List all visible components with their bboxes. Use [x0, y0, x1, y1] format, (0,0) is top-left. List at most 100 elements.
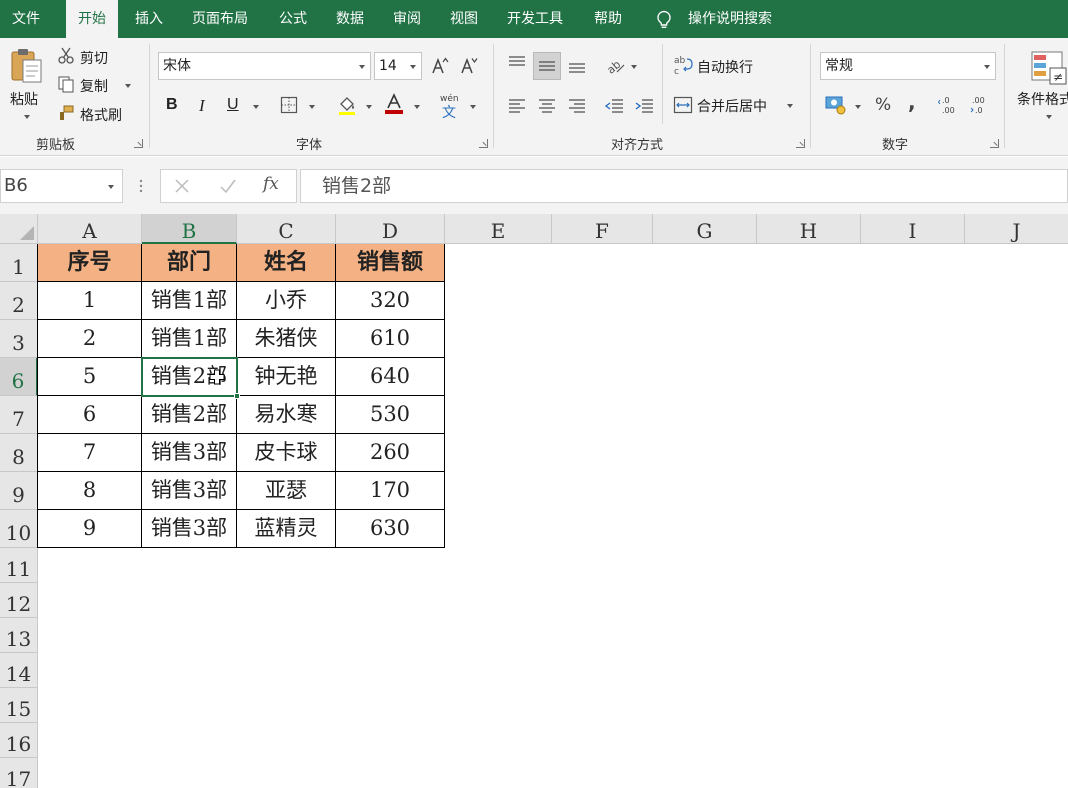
- bold-button[interactable]: B: [166, 96, 178, 114]
- align-right-icon[interactable]: [566, 96, 588, 116]
- align-center-icon[interactable]: [536, 96, 558, 116]
- cell-name[interactable]: 蓝精灵: [237, 510, 336, 548]
- row-header[interactable]: 17: [0, 758, 38, 788]
- align-top-icon[interactable]: [506, 54, 528, 74]
- row-header[interactable]: 14: [0, 653, 38, 688]
- row-header[interactable]: 12: [0, 583, 38, 618]
- column-header-d[interactable]: D: [336, 214, 445, 244]
- row-header[interactable]: 10: [0, 510, 38, 548]
- column-header-a[interactable]: A: [38, 214, 142, 244]
- cell-name[interactable]: 易水寒: [237, 396, 336, 434]
- cell-index[interactable]: 7: [38, 434, 142, 472]
- row-header[interactable]: 8: [0, 434, 38, 472]
- format-painter-button[interactable]: 格式刷: [80, 105, 122, 125]
- merge-center-dropdown-icon[interactable]: [787, 104, 793, 108]
- fill-color-dropdown-icon[interactable]: [366, 105, 372, 109]
- clipboard-launcher-icon[interactable]: [134, 139, 143, 148]
- decrease-decimal-icon[interactable]: .00 .0: [968, 94, 992, 116]
- cell-index[interactable]: 9: [38, 510, 142, 548]
- row-header-selected[interactable]: 6: [0, 358, 38, 396]
- tab-review[interactable]: 审阅: [393, 0, 421, 38]
- cell-name[interactable]: 皮卡球: [237, 434, 336, 472]
- cut-icon[interactable]: [57, 47, 75, 65]
- decrease-font-size-icon[interactable]: [460, 56, 478, 76]
- cell-department[interactable]: 销售3部: [142, 434, 237, 472]
- tab-page-layout[interactable]: 页面布局: [192, 0, 248, 38]
- column-header-g[interactable]: G: [653, 214, 757, 244]
- merge-center-icon[interactable]: [673, 95, 693, 115]
- column-header-h[interactable]: H: [757, 214, 861, 244]
- conditional-formatting-icon[interactable]: ≠: [1030, 50, 1068, 88]
- fill-color-icon[interactable]: [336, 94, 358, 116]
- column-header-e[interactable]: E: [445, 214, 552, 244]
- font-name-combo[interactable]: 宋体: [158, 52, 371, 80]
- column-header-i[interactable]: I: [861, 214, 965, 244]
- format-painter-icon[interactable]: [57, 104, 75, 122]
- wrap-text-icon[interactable]: ab c: [673, 54, 693, 76]
- alignment-launcher-icon[interactable]: [796, 139, 805, 148]
- copy-button[interactable]: 复制: [80, 76, 108, 96]
- increase-indent-icon[interactable]: [633, 96, 655, 116]
- underline-dropdown-icon[interactable]: [253, 105, 259, 109]
- fill-handle[interactable]: [234, 393, 240, 399]
- accounting-format-icon[interactable]: [824, 94, 848, 116]
- decrease-indent-icon[interactable]: [603, 96, 625, 116]
- comma-style-button[interactable]: ,: [908, 90, 916, 114]
- cell-index[interactable]: 1: [38, 282, 142, 320]
- cell-department[interactable]: 销售1部: [142, 320, 237, 358]
- underline-button[interactable]: U: [227, 96, 239, 114]
- column-header-f[interactable]: F: [552, 214, 653, 244]
- select-all-button[interactable]: [0, 214, 38, 244]
- paste-button[interactable]: 粘贴: [10, 89, 38, 109]
- header-cell-index[interactable]: 序号: [38, 244, 142, 282]
- conditional-formatting-button[interactable]: 条件格式: [1017, 89, 1068, 109]
- phonetic-dropdown-icon[interactable]: [470, 105, 476, 109]
- cell-department[interactable]: 销售1部: [142, 282, 237, 320]
- cell-name[interactable]: 朱猪侠: [237, 320, 336, 358]
- orientation-dropdown-icon[interactable]: [631, 65, 637, 69]
- header-cell-sales[interactable]: 销售额: [336, 244, 445, 282]
- cell-department[interactable]: 销售3部: [142, 472, 237, 510]
- borders-icon[interactable]: [280, 96, 298, 114]
- cell-sales[interactable]: 320: [336, 282, 445, 320]
- tab-file[interactable]: 文件: [12, 0, 40, 38]
- row-header[interactable]: 9: [0, 472, 38, 510]
- percent-style-button[interactable]: %: [875, 95, 891, 115]
- cell-name[interactable]: 小乔: [237, 282, 336, 320]
- tab-formulas[interactable]: 公式: [279, 0, 307, 38]
- align-middle-button[interactable]: [533, 52, 561, 80]
- header-cell-name[interactable]: 姓名: [237, 244, 336, 282]
- formula-bar-grip-icon[interactable]: [139, 178, 143, 194]
- font-size-combo[interactable]: 14: [374, 52, 422, 80]
- cell-name[interactable]: 亚瑟: [237, 472, 336, 510]
- insert-function-button[interactable]: fx: [263, 174, 279, 194]
- wrap-text-button[interactable]: 自动换行: [697, 57, 753, 77]
- header-cell-department[interactable]: 部门: [142, 244, 237, 282]
- cell-index[interactable]: 5: [38, 358, 142, 396]
- cell-sales[interactable]: 610: [336, 320, 445, 358]
- tab-developer[interactable]: 开发工具: [507, 0, 563, 38]
- cell-sales[interactable]: 630: [336, 510, 445, 548]
- copy-icon[interactable]: [57, 75, 75, 93]
- cell-name[interactable]: 钟无艳: [237, 358, 336, 396]
- row-header[interactable]: 3: [0, 320, 38, 358]
- tab-home[interactable]: 开始: [66, 0, 118, 38]
- copy-dropdown-icon[interactable]: [125, 84, 131, 88]
- tab-view[interactable]: 视图: [450, 0, 478, 38]
- paste-icon[interactable]: [9, 46, 45, 86]
- font-launcher-icon[interactable]: [479, 139, 488, 148]
- number-launcher-icon[interactable]: [990, 139, 999, 148]
- row-header[interactable]: 11: [0, 548, 38, 583]
- cell-department[interactable]: 销售3部: [142, 510, 237, 548]
- tell-me-search[interactable]: 操作说明搜索: [688, 0, 772, 38]
- font-color-dropdown-icon[interactable]: [414, 105, 420, 109]
- row-header[interactable]: 15: [0, 688, 38, 723]
- row-header[interactable]: 2: [0, 282, 38, 320]
- italic-button[interactable]: I: [199, 96, 205, 116]
- row-header[interactable]: 7: [0, 396, 38, 434]
- cell-sales[interactable]: 170: [336, 472, 445, 510]
- row-header[interactable]: 16: [0, 723, 38, 758]
- cell-sales[interactable]: 260: [336, 434, 445, 472]
- cell-index[interactable]: 6: [38, 396, 142, 434]
- tab-help[interactable]: 帮助: [594, 0, 622, 38]
